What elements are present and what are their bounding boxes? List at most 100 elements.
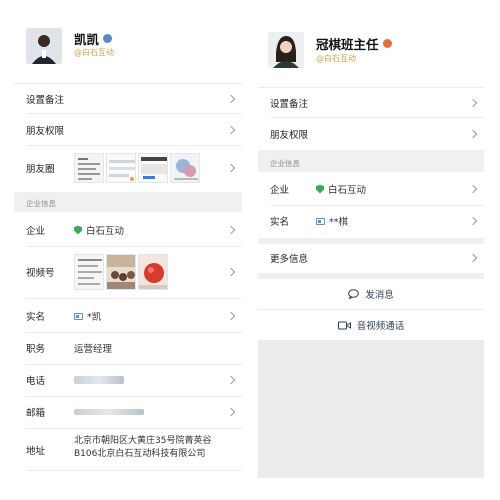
contact-name-text: 冠棋班主任 — [316, 37, 379, 52]
row-video-channel[interactable]: 视频号 — [14, 252, 242, 292]
send-message-label: 发消息 — [365, 290, 394, 301]
row-phone[interactable]: 电话 — [14, 368, 242, 392]
row-friend-permission[interactable]: 朋友权限 — [258, 122, 484, 145]
chevron-right-icon — [226, 375, 236, 385]
address-value: 北京市朝阳区大黄庄35号院菁英谷 B106北京白石互动科技有限公司 — [74, 435, 211, 461]
row-moments[interactable]: 朋友圈 — [14, 150, 242, 186]
row-label: 企业 — [270, 185, 290, 196]
video-thumbnail — [74, 254, 104, 290]
divider — [14, 83, 242, 84]
divider — [26, 470, 242, 471]
chevron-right-icon — [226, 225, 236, 235]
redacted-blur — [74, 376, 124, 384]
id-card-icon — [316, 217, 325, 225]
enterprise-value: 白石互动 — [316, 182, 366, 196]
enterprise-section-header: 企业信息 — [14, 192, 242, 212]
row-label: 实名 — [26, 312, 46, 323]
row-email[interactable]: 邮箱 — [14, 400, 242, 424]
row-label: 更多信息 — [270, 254, 309, 265]
row-label: 设置备注 — [26, 94, 65, 106]
row-real-name[interactable]: 实名 **棋 — [258, 209, 484, 233]
contact-name-text: 凯凯 — [74, 32, 100, 47]
row-label: 视频号 — [26, 268, 55, 279]
chevron-right-icon — [226, 94, 236, 103]
real-name-text: **棋 — [329, 217, 349, 228]
row-label: 设置备注 — [270, 98, 309, 110]
section-gap — [258, 273, 484, 279]
row-more-info[interactable]: 更多信息 — [258, 246, 484, 270]
row-position: 职务 运营经理 — [14, 336, 242, 360]
divider — [26, 113, 242, 114]
email-value-redacted — [74, 409, 144, 415]
row-real-name[interactable]: 实名 *凯 — [14, 304, 242, 328]
divider — [270, 205, 484, 206]
divider — [26, 145, 242, 146]
profile-header: 凯凯 @白石互动 — [14, 0, 242, 86]
video-thumbnail — [106, 254, 136, 290]
chevron-right-icon — [226, 407, 236, 417]
empty-background-area — [258, 340, 484, 478]
divider — [258, 87, 484, 88]
avatar[interactable] — [268, 32, 304, 68]
row-label: 朋友权限 — [270, 129, 309, 141]
chevron-right-icon — [468, 98, 478, 107]
divider — [26, 364, 242, 365]
person-badge-icon — [382, 39, 392, 48]
redacted-blur — [74, 409, 144, 415]
chevron-right-icon — [226, 267, 236, 277]
id-card-icon — [74, 312, 83, 320]
row-address[interactable]: 地址 北京市朝阳区大黄庄35号院菁英谷 B106北京白石互动科技有限公司 — [14, 433, 242, 465]
row-label: 邮箱 — [26, 408, 46, 419]
divider — [26, 332, 242, 333]
video-call-button[interactable]: 音视频通话 — [258, 315, 484, 335]
verified-shield-icon — [74, 225, 82, 235]
video-thumbnail — [138, 254, 168, 290]
chevron-right-icon — [468, 253, 478, 263]
chevron-right-icon — [226, 125, 236, 134]
row-friend-permission[interactable]: 朋友权限 — [14, 118, 242, 141]
row-set-remark[interactable]: 设置备注 — [14, 87, 242, 110]
company-tag: @白石互动 — [316, 54, 356, 63]
row-enterprise[interactable]: 企业 白石互动 — [14, 218, 242, 242]
person-badge-icon — [103, 34, 113, 43]
real-name-text: *凯 — [87, 312, 102, 323]
section-title: 企业信息 — [270, 159, 300, 168]
video-camera-icon — [337, 321, 351, 329]
real-name-value: **棋 — [316, 214, 348, 228]
video-call-label: 音视频通话 — [356, 321, 405, 332]
chevron-right-icon — [226, 163, 236, 173]
divider — [258, 309, 484, 310]
position-value: 运营经理 — [74, 344, 113, 355]
row-label: 实名 — [270, 217, 290, 228]
row-set-remark[interactable]: 设置备注 — [258, 91, 484, 114]
section-title: 企业信息 — [26, 199, 56, 208]
divider — [26, 298, 242, 299]
divider — [26, 246, 242, 247]
send-message-button[interactable]: 发消息 — [258, 284, 484, 304]
row-label: 朋友圈 — [26, 164, 55, 175]
avatar[interactable] — [26, 28, 62, 64]
company-tag: @白石互动 — [74, 48, 114, 57]
row-label: 电话 — [26, 376, 46, 387]
row-enterprise[interactable]: 企业 白石互动 — [258, 177, 484, 201]
chevron-right-icon — [468, 216, 478, 226]
enterprise-name: 白石互动 — [86, 226, 125, 237]
row-label: 朋友权限 — [26, 125, 65, 137]
enterprise-name: 白石互动 — [328, 185, 367, 196]
moments-thumbnail — [74, 153, 104, 183]
divider — [270, 117, 484, 118]
verified-shield-icon — [316, 184, 324, 194]
divider — [26, 396, 242, 397]
row-label: 职务 — [26, 344, 46, 355]
moments-thumbnail — [170, 153, 200, 183]
chevron-right-icon — [226, 311, 236, 321]
divider — [26, 428, 242, 429]
real-name-value: *凯 — [74, 309, 101, 323]
profile-header: 冠棋班主任 @白石互动 — [258, 0, 484, 86]
chat-bubble-icon — [348, 289, 360, 299]
contact-name: 冠棋班主任 — [316, 34, 392, 53]
section-gap — [258, 238, 484, 244]
moments-thumbnail — [138, 153, 168, 183]
contact-name: 凯凯 — [74, 29, 113, 48]
phone-value-redacted — [74, 376, 124, 384]
